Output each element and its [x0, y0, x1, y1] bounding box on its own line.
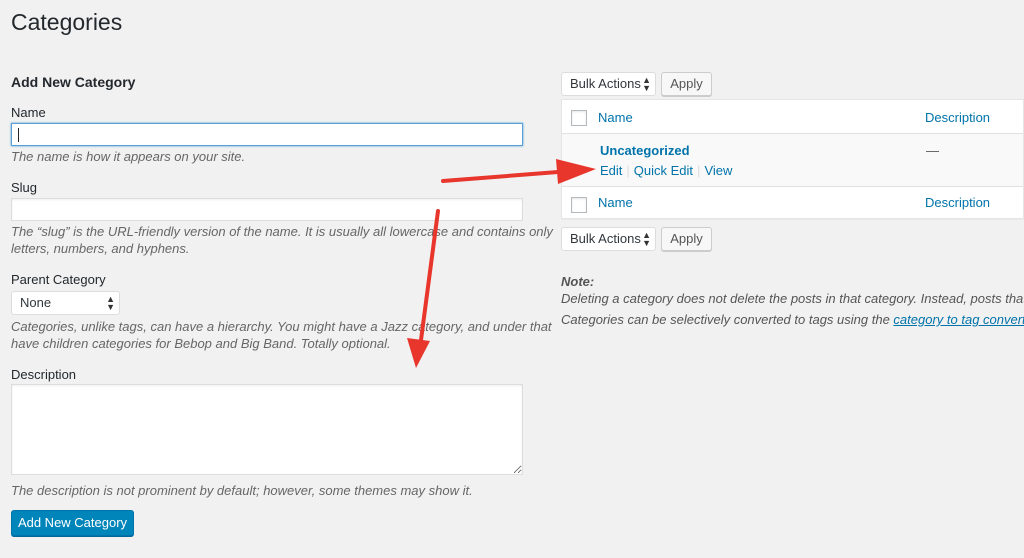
name-help: The name is how it appears on your site. [11, 149, 246, 164]
bulk-actions-select-top[interactable]: Bulk Actions ▲ ▼ [561, 72, 656, 96]
chevron-updown-icon: ▲ ▼ [642, 75, 651, 93]
table-row: Uncategorized — Edit | Quick Edit | View [562, 134, 1023, 186]
apply-button-top[interactable]: Apply [661, 72, 712, 96]
select-all-checkbox[interactable] [571, 110, 587, 126]
categories-table: Name Description Uncategorized — Edit | Qu… [561, 99, 1024, 219]
apply-button-bottom[interactable]: Apply [661, 227, 712, 251]
bulk-actions-selected-top: Bulk Actions [570, 76, 641, 91]
category-name-link[interactable]: Uncategorized [600, 143, 690, 158]
slug-help-line1: The “slug” is the URL-friendly version o… [11, 224, 553, 239]
parent-help-line2: have children categories for Bebop and B… [11, 336, 391, 351]
name-label: Name [11, 105, 46, 120]
column-name-header[interactable]: Name [598, 110, 633, 125]
select-all-checkbox-footer[interactable] [571, 197, 587, 213]
bulk-actions-select-bottom[interactable]: Bulk Actions ▲ ▼ [561, 227, 656, 251]
quick-edit-link[interactable]: Quick Edit [634, 163, 693, 178]
slug-input[interactable] [11, 198, 523, 221]
page-title: Categories [11, 9, 123, 35]
note-line2-prefix: Categories can be selectively converted … [561, 312, 894, 327]
category-description: — [926, 143, 939, 158]
note-line2: Categories can be selectively converted … [561, 312, 1024, 327]
column-description-header[interactable]: Description [925, 110, 990, 125]
chevron-updown-icon: ▲ ▼ [106, 294, 115, 312]
table-footer: Name Description [562, 186, 1023, 220]
column-name-footer[interactable]: Name [598, 195, 633, 210]
view-link[interactable]: View [704, 163, 732, 178]
name-input[interactable] [11, 123, 523, 146]
add-new-category-button[interactable]: Add New Category [11, 510, 134, 536]
separator: | [697, 163, 701, 178]
slug-label: Slug [11, 180, 38, 195]
bulk-actions-selected-bottom: Bulk Actions [570, 231, 641, 246]
chevron-updown-icon: ▲ ▼ [642, 230, 651, 248]
parent-label: Parent Category [11, 272, 106, 287]
parent-selected: None [20, 295, 52, 310]
row-actions: Edit | Quick Edit | View [600, 163, 732, 178]
parent-help-line1: Categories, unlike tags, can have a hier… [11, 319, 552, 334]
table-header: Name Description [562, 100, 1023, 134]
separator: | [626, 163, 630, 178]
description-help: The description is not prominent by defa… [11, 483, 473, 498]
text-caret [18, 128, 19, 142]
form-heading: Add New Category [11, 74, 136, 90]
parent-select[interactable]: None ▲ ▼ [11, 291, 120, 315]
note-box: Note: Deleting a category does not delet… [561, 274, 1024, 334]
edit-link[interactable]: Edit [600, 163, 622, 178]
slug-help-line2: letters, numbers, and hyphens. [11, 241, 190, 256]
category-to-tag-converter-link[interactable]: category to tag converter [893, 312, 1024, 327]
column-description-footer[interactable]: Description [925, 195, 990, 210]
note-title: Note: [561, 274, 595, 289]
note-line1: Deleting a category does not delete the … [561, 291, 1024, 306]
description-textarea[interactable] [11, 384, 523, 475]
description-label: Description [11, 367, 77, 382]
